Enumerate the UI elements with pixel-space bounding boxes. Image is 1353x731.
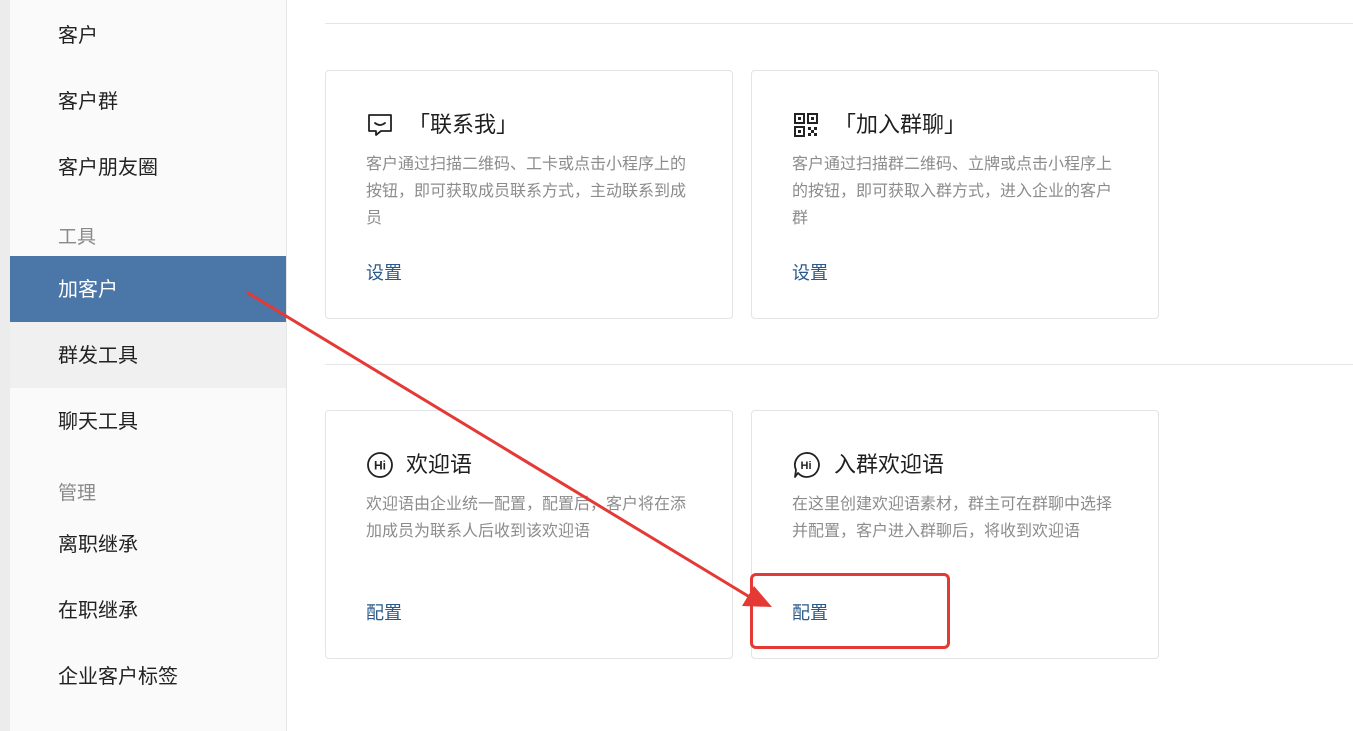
card-join-group: 「加入群聊」 客户通过扫描群二维码、立牌或点击小程序上的按钮，即可获取入群方式，…	[751, 70, 1159, 319]
svg-text:Hi: Hi	[801, 460, 812, 472]
hi-circle-icon: Hi	[367, 452, 393, 478]
card-welcome-message: Hi 欢迎语 欢迎语由企业统一配置，配置后，客户将在添加成员为联系人后收到该欢迎…	[325, 410, 733, 659]
card-description: 在这里创建欢迎语素材，群主可在群聊中选择并配置，客户进入群聊后，将收到欢迎语	[792, 494, 1113, 540]
sidebar-section-manage: 管理	[58, 482, 97, 504]
card-configure-link[interactable]: 配置	[366, 599, 402, 625]
sidebar-item-customer-moments[interactable]: 客户朋友圈	[10, 134, 286, 200]
card-title: 「联系我」	[408, 113, 519, 138]
hi-bubble-icon: Hi	[793, 452, 820, 478]
sidebar-item-add-customer[interactable]: 加客户	[10, 256, 286, 322]
card-title: 「加入群聊」	[834, 113, 967, 138]
qr-code-icon	[794, 113, 818, 137]
section-divider	[325, 364, 1353, 365]
sidebar-item-resigned-inheritance[interactable]: 离职继承	[10, 511, 286, 577]
card-description: 客户通过扫描二维码、工卡或点击小程序上的按钮，即可获取成员联系方式，主动联系到成…	[366, 154, 687, 227]
annotation-highlight-box	[750, 573, 950, 649]
sidebar-item-mass-messaging[interactable]: 群发工具	[10, 322, 286, 388]
sidebar-item-active-inheritance[interactable]: 在职继承	[10, 577, 286, 643]
card-settings-link[interactable]: 设置	[366, 259, 402, 285]
card-title: 入群欢迎语	[834, 453, 945, 478]
sidebar-item-customer-tags[interactable]: 企业客户标签	[10, 643, 286, 709]
chat-bubble-icon	[368, 114, 392, 136]
card-contact-me: 「联系我」 客户通过扫描二维码、工卡或点击小程序上的按钮，即可获取成员联系方式，…	[325, 70, 733, 319]
sidebar-item-customers[interactable]: 客户	[10, 2, 286, 68]
top-divider	[325, 23, 1353, 24]
sidebar-edge-strip	[0, 0, 10, 731]
card-description: 客户通过扫描群二维码、立牌或点击小程序上的按钮，即可获取入群方式，进入企业的客户…	[792, 154, 1113, 227]
sidebar-item-chat-tools[interactable]: 聊天工具	[10, 388, 286, 454]
svg-text:Hi: Hi	[374, 459, 386, 473]
card-title: 欢迎语	[406, 453, 473, 478]
sidebar: 客户 客户群 客户朋友圈 工具 加客户 群发工具 聊天工具 管理 离职继承 在职…	[0, 0, 287, 731]
sidebar-item-customer-groups[interactable]: 客户群	[10, 68, 286, 134]
card-settings-link[interactable]: 设置	[792, 259, 828, 285]
sidebar-section-tools: 工具	[58, 226, 97, 248]
card-description: 欢迎语由企业统一配置，配置后，客户将在添加成员为联系人后收到该欢迎语	[366, 494, 687, 540]
